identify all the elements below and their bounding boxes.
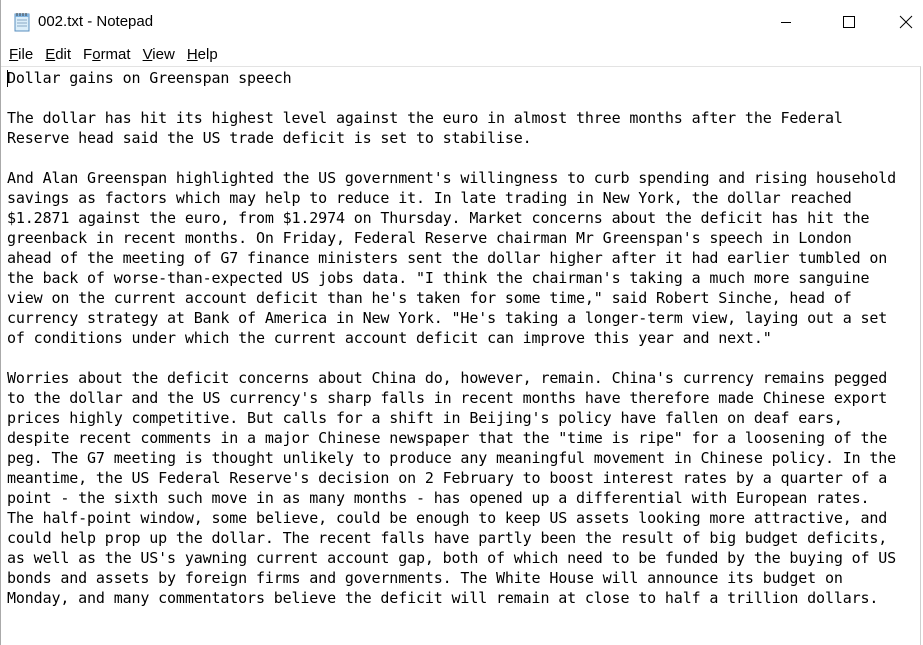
text-line: as well as the US's yawning current acco… — [7, 549, 897, 567]
document-text[interactable]: Dollar gains on Greenspan speech​The dol… — [7, 68, 896, 608]
text-line: could help prop up the dollar. The recen… — [7, 529, 888, 547]
text-line: Monday, and many commentators believe th… — [7, 589, 879, 607]
menu-bar: File Edit Format View Help — [1, 44, 923, 66]
text-line: ​ — [7, 348, 896, 368]
close-button[interactable] — [883, 0, 923, 44]
text-line: the back of worse-than-expected US jobs … — [7, 269, 870, 287]
minimize-button[interactable] — [763, 0, 809, 44]
text-line: peg. The G7 meeting is thought unlikely … — [7, 449, 897, 467]
text-line: ​ — [7, 148, 896, 168]
text-line: point - the sixth such move in as many m… — [7, 489, 870, 507]
text-line: Reserve head said the US trade deficit i… — [7, 129, 532, 147]
text-line: Dollar gains on Greenspan speech — [7, 69, 292, 87]
text-line: Worries about the deficit concerns about… — [7, 369, 888, 387]
minimize-icon — [781, 22, 791, 23]
notepad-window: 002.txt - Notepad File Edit Format View … — [0, 0, 923, 645]
menu-file[interactable]: File — [3, 45, 39, 65]
text-line: ​ — [7, 88, 896, 108]
text-line: to the dollar and the US currency's shar… — [7, 389, 888, 407]
text-line: bonds and assets by foreign firms and go… — [7, 569, 843, 587]
close-icon — [899, 15, 913, 29]
text-line: And Alan Greenspan highlighted the US go… — [7, 169, 897, 187]
text-line: view on the current account deficit than… — [7, 289, 852, 307]
text-line: currency strategy at Bank of America in … — [7, 309, 888, 327]
menu-edit[interactable]: Edit — [39, 45, 77, 65]
menu-view[interactable]: View — [137, 45, 181, 65]
text-line: savings as factors which may help to red… — [7, 189, 852, 207]
text-line: despite recent comments in a major Chine… — [7, 429, 888, 447]
maximize-button[interactable] — [826, 0, 872, 44]
text-caret — [7, 70, 8, 87]
text-line: The dollar has hit its highest level aga… — [7, 109, 843, 127]
maximize-icon — [843, 16, 855, 28]
notepad-icon — [13, 12, 31, 32]
text-line: ahead of the meeting of G7 finance minis… — [7, 249, 888, 267]
window-title: 002.txt - Notepad — [38, 13, 154, 30]
text-line: $1.2871 against the euro, from $1.2974 o… — [7, 209, 870, 227]
text-line: greenback in recent months. On Friday, F… — [7, 229, 852, 247]
text-editor[interactable]: Dollar gains on Greenspan speech​The dol… — [1, 66, 921, 645]
title-bar[interactable]: 002.txt - Notepad — [1, 0, 923, 44]
menu-format[interactable]: Format — [77, 45, 137, 65]
text-line: prices highly competitive. But calls for… — [7, 409, 843, 427]
menu-help[interactable]: Help — [181, 45, 224, 65]
text-line: of conditions under which the current ac… — [7, 329, 772, 347]
text-line: meantime, the US Federal Reserve's decis… — [7, 469, 888, 487]
text-line: The half-point window, some believe, cou… — [7, 509, 888, 527]
